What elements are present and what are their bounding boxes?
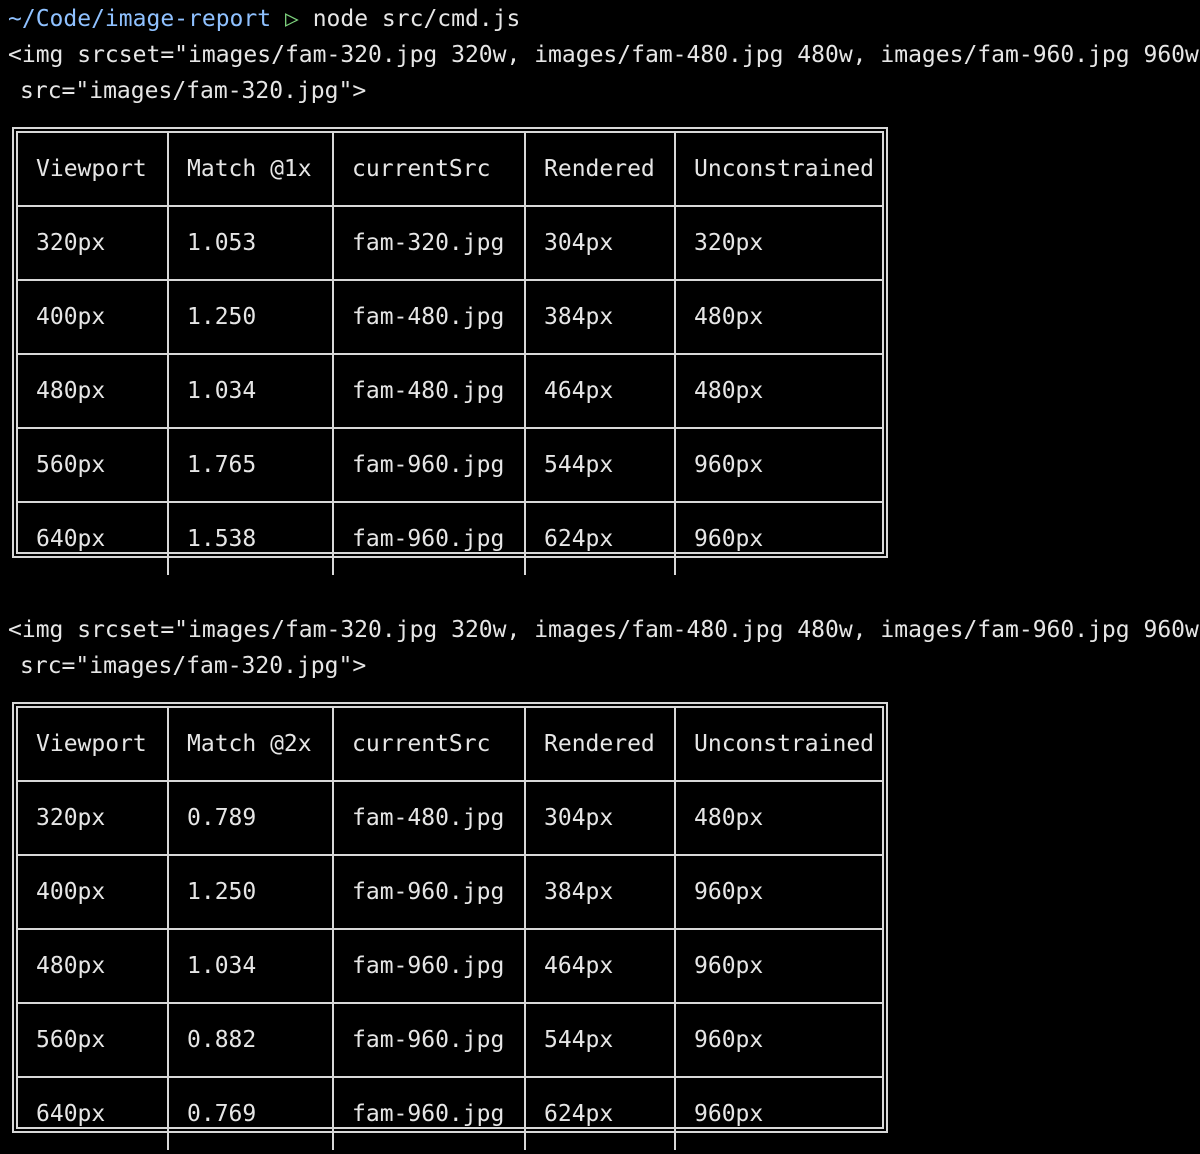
prompt-arrow-icon: ▷ xyxy=(284,6,299,32)
cell-viewport: 560px xyxy=(18,427,169,503)
cell-rendered: 304px xyxy=(524,205,676,281)
cell-viewport: 400px xyxy=(18,279,169,355)
cell-current-src: fam-960.jpg xyxy=(332,928,526,1004)
header-rendered: Rendered xyxy=(524,708,676,782)
cell-match: 1.250 xyxy=(167,854,334,930)
header-rendered: Rendered xyxy=(524,133,676,207)
table-row: 480px 1.034 fam-480.jpg 464px 480px xyxy=(18,353,882,429)
img-tag-line-1: <img srcset="images/fam-320.jpg 320w, im… xyxy=(8,42,1200,68)
cell-unconstrained: 480px xyxy=(674,353,882,429)
header-current-src: currentSrc xyxy=(332,708,526,782)
prompt-path: ~/Code/image-report xyxy=(8,6,272,32)
table-row: 320px 0.789 fam-480.jpg 304px 480px xyxy=(18,780,882,856)
table-row: 560px 0.882 fam-960.jpg 544px 960px xyxy=(18,1002,882,1078)
cell-current-src: fam-320.jpg xyxy=(332,205,526,281)
cell-rendered: 464px xyxy=(524,353,676,429)
prompt-line: ~/Code/image-report ▷ node src/cmd.js xyxy=(8,5,520,33)
cell-unconstrained: 960px xyxy=(674,928,882,1004)
cell-rendered: 464px xyxy=(524,928,676,1004)
table-row: 400px 1.250 fam-480.jpg 384px 480px xyxy=(18,279,882,355)
img-tag-line-2: src="images/fam-320.jpg"> xyxy=(20,78,367,104)
cell-match: 0.882 xyxy=(167,1002,334,1078)
cell-viewport: 480px xyxy=(18,353,169,429)
cell-viewport: 320px xyxy=(18,205,169,281)
cell-current-src: fam-480.jpg xyxy=(332,279,526,355)
results-table-frame: Viewport Match @2x currentSrc Rendered U… xyxy=(12,702,888,1150)
command-text: node src/cmd.js xyxy=(312,6,521,32)
cell-unconstrained: 320px xyxy=(674,205,882,281)
results-table: Viewport Match @1x currentSrc Rendered U… xyxy=(18,133,882,575)
table-row: 560px 1.765 fam-960.jpg 544px 960px xyxy=(18,427,882,503)
header-match: Match @2x xyxy=(167,708,334,782)
cell-match: 1.250 xyxy=(167,279,334,355)
cell-unconstrained: 960px xyxy=(674,1076,882,1150)
results-table: Viewport Match @2x currentSrc Rendered U… xyxy=(18,708,882,1150)
header-viewport: Viewport xyxy=(18,133,169,207)
header-current-src: currentSrc xyxy=(332,133,526,207)
table-row: 640px 1.538 fam-960.jpg 624px 960px xyxy=(18,501,882,575)
cell-rendered: 304px xyxy=(524,780,676,856)
cell-match: 1.053 xyxy=(167,205,334,281)
img-tag-line-1: <img srcset="images/fam-320.jpg 320w, im… xyxy=(8,617,1200,643)
cell-current-src: fam-960.jpg xyxy=(332,1002,526,1078)
cell-current-src: fam-960.jpg xyxy=(332,854,526,930)
cell-match: 1.538 xyxy=(167,501,334,575)
cell-current-src: fam-480.jpg xyxy=(332,780,526,856)
header-unconstrained: Unconstrained xyxy=(674,133,882,207)
cell-match: 0.769 xyxy=(167,1076,334,1150)
cell-rendered: 544px xyxy=(524,1002,676,1078)
cell-match: 1.765 xyxy=(167,427,334,503)
cell-unconstrained: 960px xyxy=(674,427,882,503)
cell-match: 1.034 xyxy=(167,928,334,1004)
cell-rendered: 624px xyxy=(524,1076,676,1150)
table-row: 400px 1.250 fam-960.jpg 384px 960px xyxy=(18,854,882,930)
cell-viewport: 640px xyxy=(18,501,169,575)
cell-rendered: 624px xyxy=(524,501,676,575)
cell-current-src: fam-960.jpg xyxy=(332,427,526,503)
table-row: 320px 1.053 fam-320.jpg 304px 320px xyxy=(18,205,882,281)
table-header-row: Viewport Match @1x currentSrc Rendered U… xyxy=(18,133,882,207)
table-header-row: Viewport Match @2x currentSrc Rendered U… xyxy=(18,708,882,782)
cell-viewport: 640px xyxy=(18,1076,169,1150)
table-row: 640px 0.769 fam-960.jpg 624px 960px xyxy=(18,1076,882,1150)
cell-unconstrained: 960px xyxy=(674,854,882,930)
cell-current-src: fam-960.jpg xyxy=(332,1076,526,1150)
cell-viewport: 480px xyxy=(18,928,169,1004)
cell-rendered: 544px xyxy=(524,427,676,503)
cell-current-src: fam-960.jpg xyxy=(332,501,526,575)
table-row: 480px 1.034 fam-960.jpg 464px 960px xyxy=(18,928,882,1004)
cell-unconstrained: 480px xyxy=(674,279,882,355)
results-table-frame: Viewport Match @1x currentSrc Rendered U… xyxy=(12,127,888,575)
cell-viewport: 320px xyxy=(18,780,169,856)
cell-match: 0.789 xyxy=(167,780,334,856)
cell-current-src: fam-480.jpg xyxy=(332,353,526,429)
cell-match: 1.034 xyxy=(167,353,334,429)
cell-viewport: 560px xyxy=(18,1002,169,1078)
header-match: Match @1x xyxy=(167,133,334,207)
cell-rendered: 384px xyxy=(524,854,676,930)
header-unconstrained: Unconstrained xyxy=(674,708,882,782)
cell-unconstrained: 960px xyxy=(674,501,882,575)
img-tag-line-2: src="images/fam-320.jpg"> xyxy=(20,653,367,679)
cell-viewport: 400px xyxy=(18,854,169,930)
header-viewport: Viewport xyxy=(18,708,169,782)
cell-unconstrained: 480px xyxy=(674,780,882,856)
cell-unconstrained: 960px xyxy=(674,1002,882,1078)
cell-rendered: 384px xyxy=(524,279,676,355)
